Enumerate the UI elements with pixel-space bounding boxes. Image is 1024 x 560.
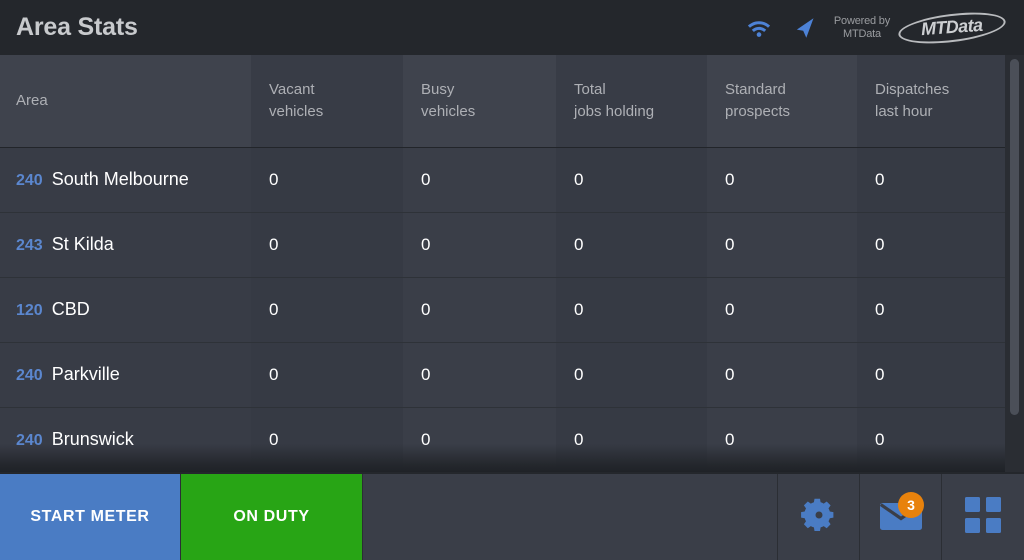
bottom-bar-spacer	[363, 474, 778, 560]
powered-by-line-2: MTData	[842, 27, 881, 40]
cell-busy-vehicles: 0	[403, 407, 556, 472]
cell-area: 120 CBD	[0, 277, 251, 343]
column-header-standard-line2: prospects	[725, 102, 791, 120]
area-stats-screen: Area Stats Powered by MTData MTData Area…	[0, 0, 1024, 560]
cell-dispatches-last-hour: 0	[857, 147, 1005, 213]
area-name: CBD	[51, 299, 90, 319]
logo-wordmark: MTData	[920, 14, 984, 40]
cell-area: 243 St Kilda	[0, 212, 251, 278]
area-name: South Melbourne	[51, 169, 189, 189]
cell-dispatches-last-hour: 0	[857, 342, 1005, 408]
messages-button[interactable]: 3	[860, 474, 942, 560]
area-code: 240	[16, 432, 43, 449]
wifi-icon	[736, 8, 782, 48]
cell-busy-vehicles: 0	[403, 277, 556, 343]
powered-by-label: Powered by MTData	[834, 15, 890, 41]
settings-button[interactable]	[778, 474, 860, 560]
cell-vacant-vehicles: 0	[251, 212, 403, 278]
area-name: Parkville	[51, 364, 120, 384]
column-header-vacant-vehicles[interactable]: Vacant vehicles	[251, 55, 403, 148]
column-header-standard-line1: Standard	[725, 80, 786, 98]
area-name: Brunswick	[51, 429, 134, 449]
app-header: Area Stats Powered by MTData MTData	[0, 0, 1024, 55]
cell-vacant-vehicles: 0	[251, 277, 403, 343]
cell-total-jobs-holding: 0	[556, 277, 707, 343]
powered-by-line-1: Powered by	[833, 14, 890, 27]
cell-dispatches-last-hour: 0	[857, 212, 1005, 278]
mtdata-logo: MTData	[896, 7, 1008, 48]
cell-vacant-vehicles: 0	[251, 342, 403, 408]
column-header-area-line1: Area	[16, 91, 48, 109]
area-code: 120	[16, 302, 43, 319]
cell-standard-prospects: 0	[707, 212, 857, 278]
cell-busy-vehicles: 0	[403, 147, 556, 213]
messages-unread-badge: 3	[898, 492, 924, 518]
scrollbar-thumb[interactable]	[1010, 59, 1019, 415]
area-stats-table-container[interactable]: Area Vacant vehicles Busy vehicles Total…	[0, 55, 1024, 472]
table-row[interactable]: 243 St Kilda 0 0 0 0 0	[0, 212, 1005, 278]
table-header-row-group: Area Vacant vehicles Busy vehicles Total…	[0, 55, 1005, 148]
cell-standard-prospects: 0	[707, 277, 857, 343]
cell-area: 240 Parkville	[0, 342, 251, 408]
cell-total-jobs-holding: 0	[556, 147, 707, 213]
header-status-group: Powered by MTData MTData	[736, 7, 1008, 48]
cell-vacant-vehicles: 0	[251, 147, 403, 213]
grid-apps-icon	[964, 496, 1002, 539]
column-header-vacant-line2: vehicles	[269, 102, 324, 120]
vertical-scrollbar[interactable]	[1005, 55, 1024, 472]
cell-standard-prospects: 0	[707, 147, 857, 213]
table-header-row: Area Vacant vehicles Busy vehicles Total…	[0, 55, 1005, 148]
area-code: 240	[16, 172, 43, 189]
table-body: 240 South Melbourne 0 0 0 0 0 243 St Kilda 0 0 0 0 0 1…	[0, 147, 1005, 472]
column-header-dispatches-last-hour[interactable]: Dispatches last hour	[857, 55, 1005, 148]
area-stats-table: Area Vacant vehicles Busy vehicles Total…	[0, 55, 1005, 472]
column-header-busy-line1: Busy	[421, 80, 455, 98]
cell-standard-prospects: 0	[707, 342, 857, 408]
column-header-standard-prospects[interactable]: Standard prospects	[707, 55, 857, 148]
cell-dispatches-last-hour: 0	[857, 407, 1005, 472]
bottom-action-bar: START METER ON DUTY 3	[0, 472, 1024, 560]
on-duty-button[interactable]: ON DUTY	[181, 474, 363, 560]
cell-area: 240 Brunswick	[0, 407, 251, 472]
area-name: St Kilda	[51, 234, 114, 254]
table-row[interactable]: 120 CBD 0 0 0 0 0	[0, 277, 1005, 343]
cell-busy-vehicles: 0	[403, 342, 556, 408]
table-row[interactable]: 240 Brunswick 0 0 0 0 0	[0, 407, 1005, 472]
cell-total-jobs-holding: 0	[556, 212, 707, 278]
area-code: 243	[16, 237, 43, 254]
start-meter-button[interactable]: START METER	[0, 474, 181, 560]
cell-vacant-vehicles: 0	[251, 407, 403, 472]
column-header-vacant-line1: Vacant	[269, 80, 315, 98]
navigation-arrow-icon	[782, 8, 828, 48]
column-header-total-line1: Total	[574, 80, 606, 98]
table-row[interactable]: 240 Parkville 0 0 0 0 0	[0, 342, 1005, 408]
cell-total-jobs-holding: 0	[556, 342, 707, 408]
apps-button[interactable]	[942, 474, 1024, 560]
column-header-total-jobs-holding[interactable]: Total jobs holding	[556, 55, 707, 148]
column-header-dispatches-line1: Dispatches	[875, 80, 950, 98]
cell-busy-vehicles: 0	[403, 212, 556, 278]
column-header-total-line2: jobs holding	[574, 102, 655, 120]
cell-standard-prospects: 0	[707, 407, 857, 472]
column-header-dispatches-line2: last hour	[875, 102, 933, 120]
cell-dispatches-last-hour: 0	[857, 277, 1005, 343]
column-header-busy-line2: vehicles	[421, 102, 476, 120]
cell-area: 240 South Melbourne	[0, 147, 251, 213]
table-row[interactable]: 240 South Melbourne 0 0 0 0 0	[0, 147, 1005, 213]
area-code: 240	[16, 367, 43, 384]
column-header-busy-vehicles[interactable]: Busy vehicles	[403, 55, 556, 148]
column-header-area[interactable]: Area	[0, 55, 251, 148]
page-title: Area Stats	[16, 13, 138, 41]
cell-total-jobs-holding: 0	[556, 407, 707, 472]
gear-icon	[799, 495, 839, 540]
